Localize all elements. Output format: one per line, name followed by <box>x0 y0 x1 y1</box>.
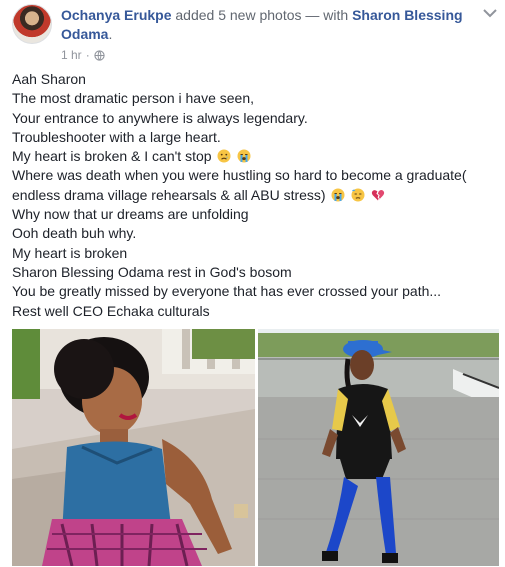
broken-heart-emoji <box>372 189 385 201</box>
message-line: Ooh death buh why. <box>12 225 137 242</box>
message-line: endless drama village rehearsals & all A… <box>12 186 326 203</box>
message-line: My heart is broken & I can't stop <box>12 148 212 165</box>
photo-grid <box>12 329 499 566</box>
photo-woman-blue-cap-image <box>258 329 499 566</box>
loudly-crying-face-emoji <box>331 188 345 202</box>
message-line: Where was death when you were hustling s… <box>12 167 467 184</box>
photo-1[interactable] <box>12 329 255 566</box>
message-line-with-emoji: My heart is broken & I can't stop <box>12 147 497 166</box>
photo-woman-blue-top-image <box>12 329 255 566</box>
message-line: My heart is broken <box>12 244 128 261</box>
post-action-text: added 5 new photos <box>175 7 302 23</box>
message-line: Aah Sharon <box>12 71 86 87</box>
avatar[interactable] <box>12 4 52 44</box>
chevron-down-icon[interactable] <box>483 8 497 18</box>
headline-period: . <box>108 26 113 42</box>
post-message: Aah Sharon The most dramatic person i ha… <box>12 70 497 321</box>
message-line-with-emoji: endless drama village rehearsals & all A… <box>12 186 497 205</box>
timestamp-link[interactable]: 1 hr <box>61 48 82 62</box>
post-meta: 1 hr · <box>61 48 105 62</box>
message-line: Troubleshooter with a large heart. <box>12 128 221 145</box>
message-line: Your entrance to anywhere is always lege… <box>12 109 308 126</box>
message-line: You be greatly missed by everyone that h… <box>12 283 442 300</box>
message-line: Sharon Blessing Odama rest in God's boso… <box>12 263 292 280</box>
downcast-face-emoji <box>351 188 365 202</box>
meta-separator: · <box>85 48 90 62</box>
loudly-crying-face-emoji <box>237 149 251 163</box>
crying-face-emoji <box>217 149 231 163</box>
photo-2[interactable] <box>258 329 499 566</box>
with-text: — with <box>305 7 349 23</box>
globe-icon[interactable] <box>94 49 105 61</box>
author-link[interactable]: Ochanya Erukpe <box>61 7 172 23</box>
post-header: Ochanya Erukpe added 5 new photos — with… <box>12 4 497 64</box>
post-headline: Ochanya Erukpe added 5 new photos — with… <box>61 6 471 44</box>
message-line: Rest well CEO Echaka culturals <box>12 302 210 319</box>
message-line: The most dramatic person i have seen, <box>12 90 255 107</box>
message-line: Why now that ur dreams are unfolding <box>12 206 249 223</box>
